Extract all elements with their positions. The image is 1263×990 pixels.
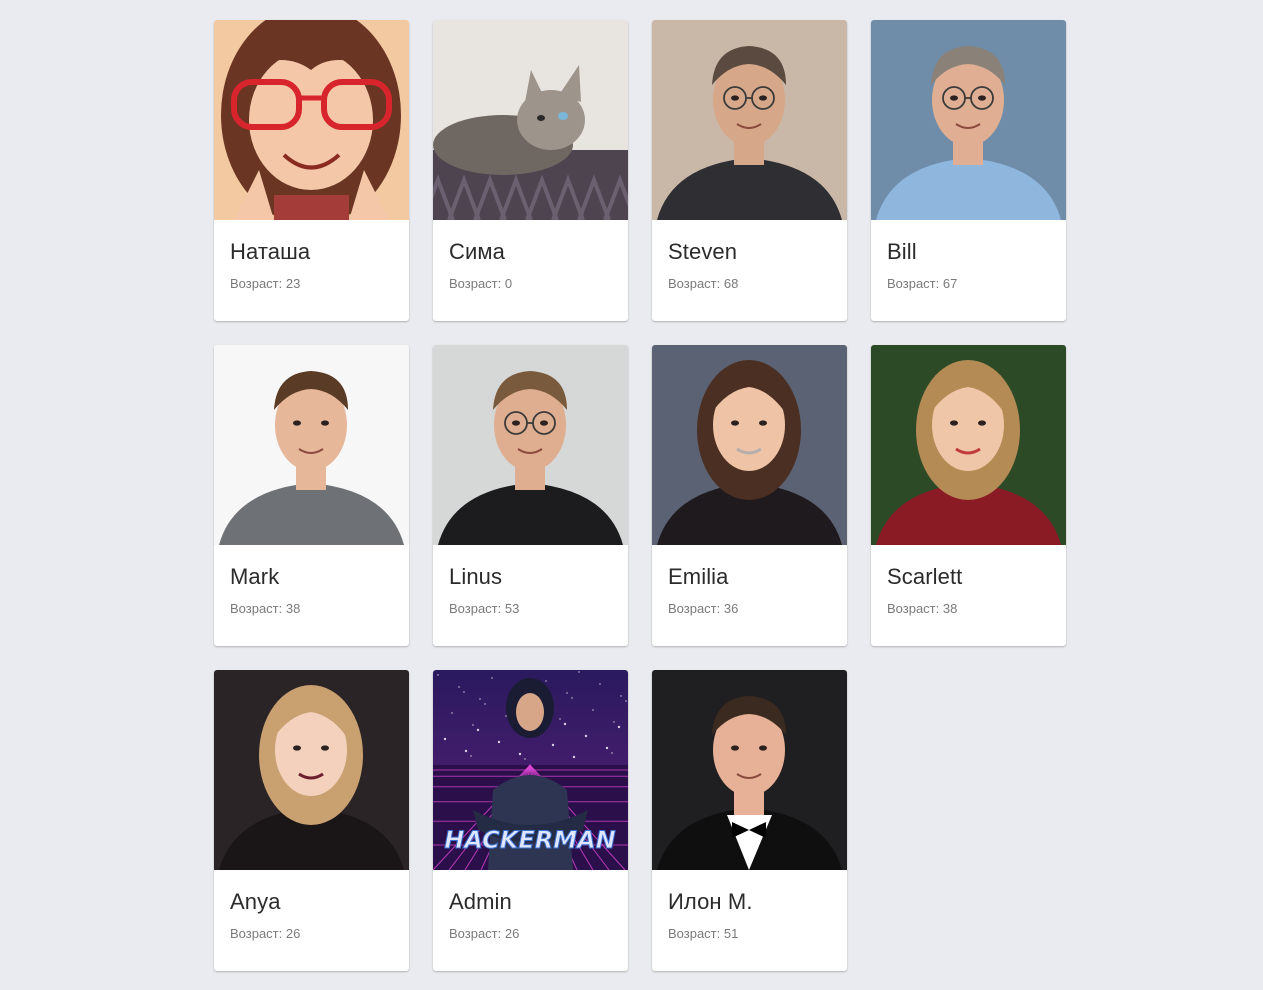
profile-age: Возраст: 68	[668, 276, 831, 292]
profile-photo	[214, 345, 409, 545]
profile-age: Возраст: 26	[449, 926, 612, 942]
age-label: Возраст:	[668, 601, 721, 616]
profile-age: Возраст: 38	[887, 601, 1050, 617]
age-value: 38	[942, 601, 958, 616]
profile-caption: Anya Возраст: 26	[214, 870, 409, 942]
profile-age: Возраст: 0	[449, 276, 612, 292]
profile-photo	[652, 20, 847, 220]
profile-card[interactable]: Steven Возраст: 68	[652, 20, 847, 321]
profile-caption: Mark Возраст: 38	[214, 545, 409, 617]
man-portrait	[214, 345, 409, 545]
profile-age: Возраст: 38	[230, 601, 393, 617]
age-value: 36	[723, 601, 739, 616]
profile-card[interactable]: HACKERMAN Admin Возраст: 26	[433, 670, 628, 971]
cartoon-girl-portrait	[214, 20, 409, 220]
profile-age: Возраст: 53	[449, 601, 612, 617]
profile-photo	[652, 345, 847, 545]
profile-age: Возраст: 36	[668, 601, 831, 617]
age-value: 67	[942, 276, 958, 291]
profile-name: Steven	[668, 239, 738, 264]
profile-card[interactable]: Bill Возраст: 67	[871, 20, 1066, 321]
profile-caption: Наташа Возраст: 23	[214, 220, 409, 292]
age-value: 26	[285, 926, 301, 941]
profile-photo	[433, 20, 628, 220]
profile-caption: Emilia Возраст: 36	[652, 545, 847, 617]
profile-name: Anya	[230, 889, 281, 914]
age-label: Возраст:	[668, 926, 721, 941]
profile-photo	[652, 670, 847, 870]
age-label: Возраст:	[668, 276, 721, 291]
profile-name: Наташа	[230, 239, 311, 264]
age-label: Возраст:	[230, 926, 283, 941]
profile-card[interactable]: Scarlett Возраст: 38	[871, 345, 1066, 646]
profile-card[interactable]: Anya Возраст: 26	[214, 670, 409, 971]
age-value: 68	[723, 276, 739, 291]
woman-portrait	[871, 345, 1066, 545]
hackerman-text: HACKERMAN	[444, 826, 616, 854]
profile-name: Mark	[230, 564, 280, 589]
man-glasses-portrait	[871, 20, 1066, 220]
profile-caption: Bill Возраст: 67	[871, 220, 1066, 292]
man-glasses-portrait	[433, 345, 628, 545]
age-label: Возраст:	[449, 276, 502, 291]
profile-card[interactable]: Сима Возраст: 0	[433, 20, 628, 321]
profile-photo	[214, 670, 409, 870]
profile-caption: Admin Возраст: 26	[433, 870, 628, 942]
profile-caption: Linus Возраст: 53	[433, 545, 628, 617]
profile-card[interactable]: Наташа Возраст: 23	[214, 20, 409, 321]
hackerman-poster: HACKERMAN	[433, 670, 628, 870]
profile-caption: Steven Возраст: 68	[652, 220, 847, 292]
profile-name: Сима	[449, 239, 505, 264]
age-value: 23	[285, 276, 301, 291]
cat-portrait	[433, 20, 628, 220]
profile-photo	[214, 20, 409, 220]
profile-name: Илон М.	[668, 889, 753, 914]
profile-age: Возраст: 23	[230, 276, 393, 292]
profile-card[interactable]: Mark Возраст: 38	[214, 345, 409, 646]
age-label: Возраст:	[449, 926, 502, 941]
age-value: 38	[285, 601, 301, 616]
man-tuxedo-portrait	[652, 670, 847, 870]
age-label: Возраст:	[449, 601, 502, 616]
age-label: Возраст:	[230, 601, 283, 616]
profile-name: Scarlett	[887, 564, 963, 589]
profile-grid: Наташа Возраст: 23 Сима Возраст: 0 Steven Воз…	[214, 20, 1066, 971]
profile-name: Bill	[887, 239, 917, 264]
profile-caption: Сима Возраст: 0	[433, 220, 628, 292]
profile-card[interactable]: Emilia Возраст: 36	[652, 345, 847, 646]
woman-portrait	[652, 345, 847, 545]
profile-card[interactable]: Linus Возраст: 53	[433, 345, 628, 646]
profile-photo	[871, 345, 1066, 545]
age-label: Возраст:	[887, 276, 940, 291]
profile-caption: Илон М. Возраст: 51	[652, 870, 847, 942]
age-label: Возраст:	[887, 601, 940, 616]
woman-portrait	[214, 670, 409, 870]
age-label: Возраст:	[230, 276, 283, 291]
profile-age: Возраст: 67	[887, 276, 1050, 292]
age-value: 51	[723, 926, 739, 941]
profile-age: Возраст: 51	[668, 926, 831, 942]
profile-photo	[433, 345, 628, 545]
age-value: 0	[504, 276, 513, 291]
man-glasses-portrait	[652, 20, 847, 220]
profile-photo: HACKERMAN	[433, 670, 628, 870]
profile-photo	[871, 20, 1066, 220]
profile-caption: Scarlett Возраст: 38	[871, 545, 1066, 617]
profile-card[interactable]: Илон М. Возраст: 51	[652, 670, 847, 971]
profile-name: Admin	[449, 889, 512, 914]
profile-name: Linus	[449, 564, 503, 589]
age-value: 53	[504, 601, 520, 616]
age-value: 26	[504, 926, 520, 941]
profile-age: Возраст: 26	[230, 926, 393, 942]
profile-name: Emilia	[668, 564, 729, 589]
